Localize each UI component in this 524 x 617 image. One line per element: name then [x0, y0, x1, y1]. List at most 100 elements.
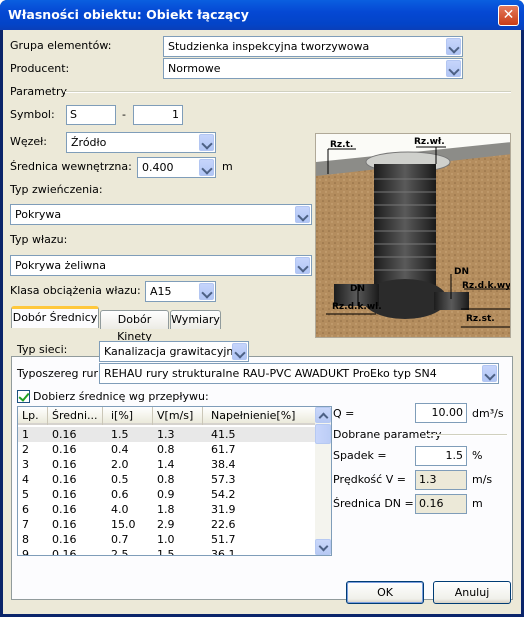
col-srednica[interactable]: Średni... [48, 407, 103, 425]
tab-dobor-kinety-label: Dobór Kinety [117, 313, 152, 343]
table-cell: 41.5 [211, 428, 236, 441]
close-icon: ✕ [502, 7, 515, 23]
grupa-label: Grupa elementów: [10, 39, 112, 52]
symbol-number-input[interactable]: 1 [133, 105, 183, 125]
table-cell: 31.9 [211, 503, 236, 516]
spadek-unit: % [472, 449, 483, 462]
dn-right-label: DN [454, 267, 470, 277]
typoszereg-combo[interactable]: REHAU rury strukturalne RAU-PVC AWADUKT … [99, 363, 499, 384]
q-input[interactable]: 10.00 [415, 403, 467, 423]
table-cell: 0.16 [52, 443, 77, 456]
typoszereg-label: Typoszereg rur: [17, 367, 102, 380]
table-row[interactable]: 5 0.16 0.6 0.9 54.2 [18, 487, 318, 502]
table-cell: 0.7 [111, 533, 129, 546]
rzdkwl-label: Rz.d.k.wl. [332, 302, 382, 312]
symbol-prefix-input[interactable]: S [66, 105, 116, 125]
klasa-combo[interactable]: A15 [145, 281, 216, 302]
chevron-down-icon[interactable] [295, 206, 310, 223]
srednica-combo[interactable]: 0.400 [137, 157, 216, 178]
symbol-label: Symbol: [10, 108, 55, 121]
predkosc-label: Prędkość V = [333, 473, 406, 486]
table-cell: 4 [22, 473, 29, 486]
table-cell: 2.9 [157, 518, 175, 531]
col-lp[interactable]: Lp. [18, 407, 48, 425]
klasa-value: A15 [150, 285, 172, 298]
predkosc-value: 1.3 [415, 470, 467, 490]
symbol-separator: - [122, 108, 126, 121]
chevron-down-icon[interactable] [199, 159, 214, 176]
dialog-client: Grupa elementów: Studzienka inspekcyjna … [3, 30, 521, 614]
spadek-input[interactable]: 1.5 [415, 446, 467, 466]
col-predkosc[interactable]: V[m/s] [153, 407, 203, 425]
table-row[interactable]: 8 0.16 0.7 1.0 51.7 [18, 532, 318, 547]
srednica-unit: m [222, 160, 233, 173]
table-header: Lp. Średni... i[%] V[m/s] Napełnienie[%] [18, 407, 318, 425]
chevron-down-icon[interactable] [295, 257, 310, 274]
table-cell: 5 [22, 488, 29, 501]
chevron-down-icon[interactable] [446, 60, 461, 77]
chevron-down-icon[interactable] [446, 38, 461, 55]
table-cell: 1.8 [157, 503, 175, 516]
table-cell: 15.0 [111, 518, 136, 531]
table-row[interactable]: 1 0.16 1.5 1.3 41.5 [18, 427, 318, 442]
tab-dobor-kinety[interactable]: Dobór Kinety [100, 310, 169, 343]
cancel-button[interactable]: Anuluj [433, 581, 511, 604]
scroll-thumb[interactable] [315, 424, 331, 444]
typoszereg-value: REHAU rury strukturalne RAU-PVC AWADUKT … [104, 367, 437, 380]
tab-wymiary[interactable]: Wymiary [170, 310, 221, 329]
table-cell: 6 [22, 503, 29, 516]
grupa-combo[interactable]: Studzienka inspekcyjna tworzywowa [163, 36, 463, 57]
tab-dobor-srednicy-label: Dobór Średnicy [12, 311, 98, 324]
results-table[interactable]: Lp. Średni... i[%] V[m/s] Napełnienie[%]… [17, 406, 332, 556]
typ-zwienczenia-combo[interactable]: Pokrywa [10, 204, 312, 225]
chevron-down-icon[interactable] [482, 365, 497, 382]
table-row[interactable]: 4 0.16 0.5 0.8 57.3 [18, 472, 318, 487]
parametry-divider [65, 91, 511, 93]
title-bar[interactable]: Własności obiektu: Obiekt łączący ✕ [0, 0, 524, 30]
table-cell: 51.7 [211, 533, 236, 546]
table-row[interactable]: 2 0.16 0.4 0.8 61.7 [18, 442, 318, 457]
manhole-diagram: Rz.t. Rz.wł. DN DN Rz.d.k.wy. Rz.d.k.wl.… [315, 133, 511, 338]
table-cell: 2.5 [111, 548, 129, 556]
dn-left-label: DN [350, 284, 366, 294]
chevron-down-icon[interactable] [199, 283, 214, 300]
table-cell: 0.8 [157, 473, 175, 486]
scroll-down-icon[interactable] [315, 539, 331, 555]
dialog-window: Własności obiektu: Obiekt łączący ✕ Grup… [0, 0, 524, 617]
tab-dobor-srednicy[interactable]: Dobór Średnicy [11, 306, 99, 328]
table-cell: 0.5 [111, 473, 129, 486]
ok-button[interactable]: OK [346, 581, 424, 604]
table-row[interactable]: 6 0.16 4.0 1.8 31.9 [18, 502, 318, 517]
srednica-dn-unit: m [472, 497, 483, 510]
producent-value: Normowe [168, 62, 221, 75]
table-scrollbar[interactable] [315, 407, 331, 555]
table-cell: 0.16 [52, 488, 77, 501]
predkosc-unit: m/s [472, 473, 493, 486]
typ-wlazu-value: Pokrywa żeliwna [15, 259, 106, 272]
rzst-label: Rz.st. [466, 314, 495, 324]
typ-wlazu-combo[interactable]: Pokrywa żeliwna [10, 255, 312, 276]
col-spadek[interactable]: i[%] [103, 407, 153, 425]
table-cell: 1.3 [157, 428, 175, 441]
srednica-value: 0.400 [142, 161, 174, 174]
table-cell: 0.16 [52, 503, 77, 516]
table-row[interactable]: 3 0.16 2.0 1.4 38.4 [18, 457, 318, 472]
typ-zwienczenia-value: Pokrywa [15, 208, 62, 221]
rzwl-label: Rz.wł. [414, 137, 445, 147]
table-cell: 7 [22, 518, 29, 531]
table-cell: 2 [22, 443, 29, 456]
chevron-down-icon[interactable] [199, 134, 214, 151]
wezel-combo[interactable]: Źródło [66, 132, 216, 153]
col-napelnienie[interactable]: Napełnienie[%] [203, 407, 317, 425]
scroll-up-icon[interactable] [315, 407, 331, 423]
typ-sieci-combo[interactable]: Kanalizacja grawitacyjna [99, 341, 249, 362]
table-row[interactable]: 9 0.16 2.5 1.5 36.1 [18, 547, 318, 556]
producent-combo[interactable]: Normowe [163, 58, 463, 79]
close-button[interactable]: ✕ [498, 5, 519, 26]
chevron-down-icon[interactable] [232, 343, 247, 360]
rzdkwy-label: Rz.d.k.wy. [462, 281, 511, 291]
table-row[interactable]: 7 0.16 15.0 2.9 22.6 [18, 517, 318, 532]
table-cell: 0.4 [111, 443, 129, 456]
table-cell: 36.1 [211, 548, 236, 556]
dobierz-checkbox[interactable] [17, 390, 30, 403]
